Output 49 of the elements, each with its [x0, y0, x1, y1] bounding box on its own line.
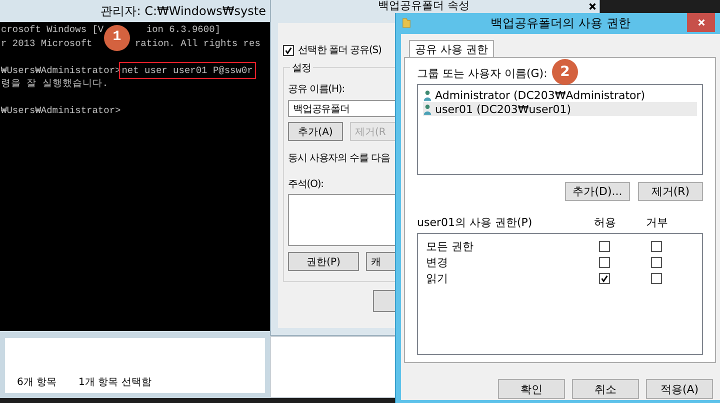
group-label: 설정 [290, 61, 313, 75]
dialog-button[interactable]: 추가(D)... [565, 182, 630, 201]
dialog-button[interactable]: 제거(R) [638, 182, 703, 201]
dialog-button[interactable]: 적용(A) [646, 379, 713, 399]
highlighted-command: net user user01 P@ssw0r [122, 64, 253, 76]
checkbox[interactable] [283, 44, 294, 56]
window-title: 백업공유폴더 속성 [378, 0, 470, 12]
column-header: 거부 [645, 215, 669, 230]
dialog-button[interactable]: 취소 [572, 379, 639, 399]
limit-label: 동시 사용자의 수를 다음 [288, 152, 390, 165]
permission-name: 읽기 [426, 270, 449, 286]
status-text: 6개 항목 [17, 376, 57, 389]
checkbox[interactable] [650, 256, 662, 268]
step-badge: 2 [552, 59, 578, 85]
list-label: 그룹 또는 사용자 이름(G): [417, 66, 548, 81]
checkbox[interactable] [650, 240, 662, 252]
field-label: 주석(O): [288, 178, 324, 191]
console-text: ration. All rights res [134, 38, 260, 48]
window-title: 백업공유폴더의 사용 권한 [490, 15, 630, 32]
checkbox[interactable] [598, 272, 610, 284]
close-icon [696, 18, 706, 27]
console-text: crosoft Windows [V [1, 24, 104, 35]
close-button[interactable] [687, 13, 715, 32]
dialog-button[interactable]: 추가(A) [288, 122, 343, 141]
folder-icon [402, 17, 411, 29]
console-text: ion 6.3.9600] [146, 24, 220, 35]
column-header: 허용 [593, 215, 617, 230]
tab[interactable]: 공유 사용 권한 [409, 40, 494, 58]
user-icon [423, 104, 432, 114]
console-text: 령을 잘 실행했습니다. [1, 78, 108, 89]
dialog-button[interactable]: 확인 [498, 379, 565, 399]
checkbox[interactable] [650, 272, 662, 284]
checkbox-label: 선택한 폴더 공유(S) [298, 44, 382, 57]
close-icon[interactable] [588, 2, 597, 11]
field-label: 공유 이름(H): [288, 83, 344, 96]
checkbox[interactable] [598, 240, 610, 252]
console-text: r 2013 Microsoft [1, 38, 92, 48]
step-badge: 1 [104, 25, 130, 51]
permission-name: 모든 권한 [426, 238, 474, 254]
user-list-item[interactable]: user01 (DC203₩user01) [423, 102, 697, 116]
user-icon [423, 90, 432, 100]
console-text: ₩Users₩Administrator> [1, 105, 121, 116]
status-text: 1개 항목 선택함 [78, 376, 152, 389]
dialog-button[interactable]: 권한(P) [288, 252, 359, 271]
permission-name: 변경 [426, 254, 449, 270]
permissions-label: user01의 사용 권한(P) [417, 215, 534, 230]
user-list-item[interactable]: Administrator (DC203₩Administrator) [423, 88, 697, 102]
window-title: 관리자: C:₩Windows₩syste [100, 2, 266, 20]
checkbox[interactable] [598, 256, 610, 268]
